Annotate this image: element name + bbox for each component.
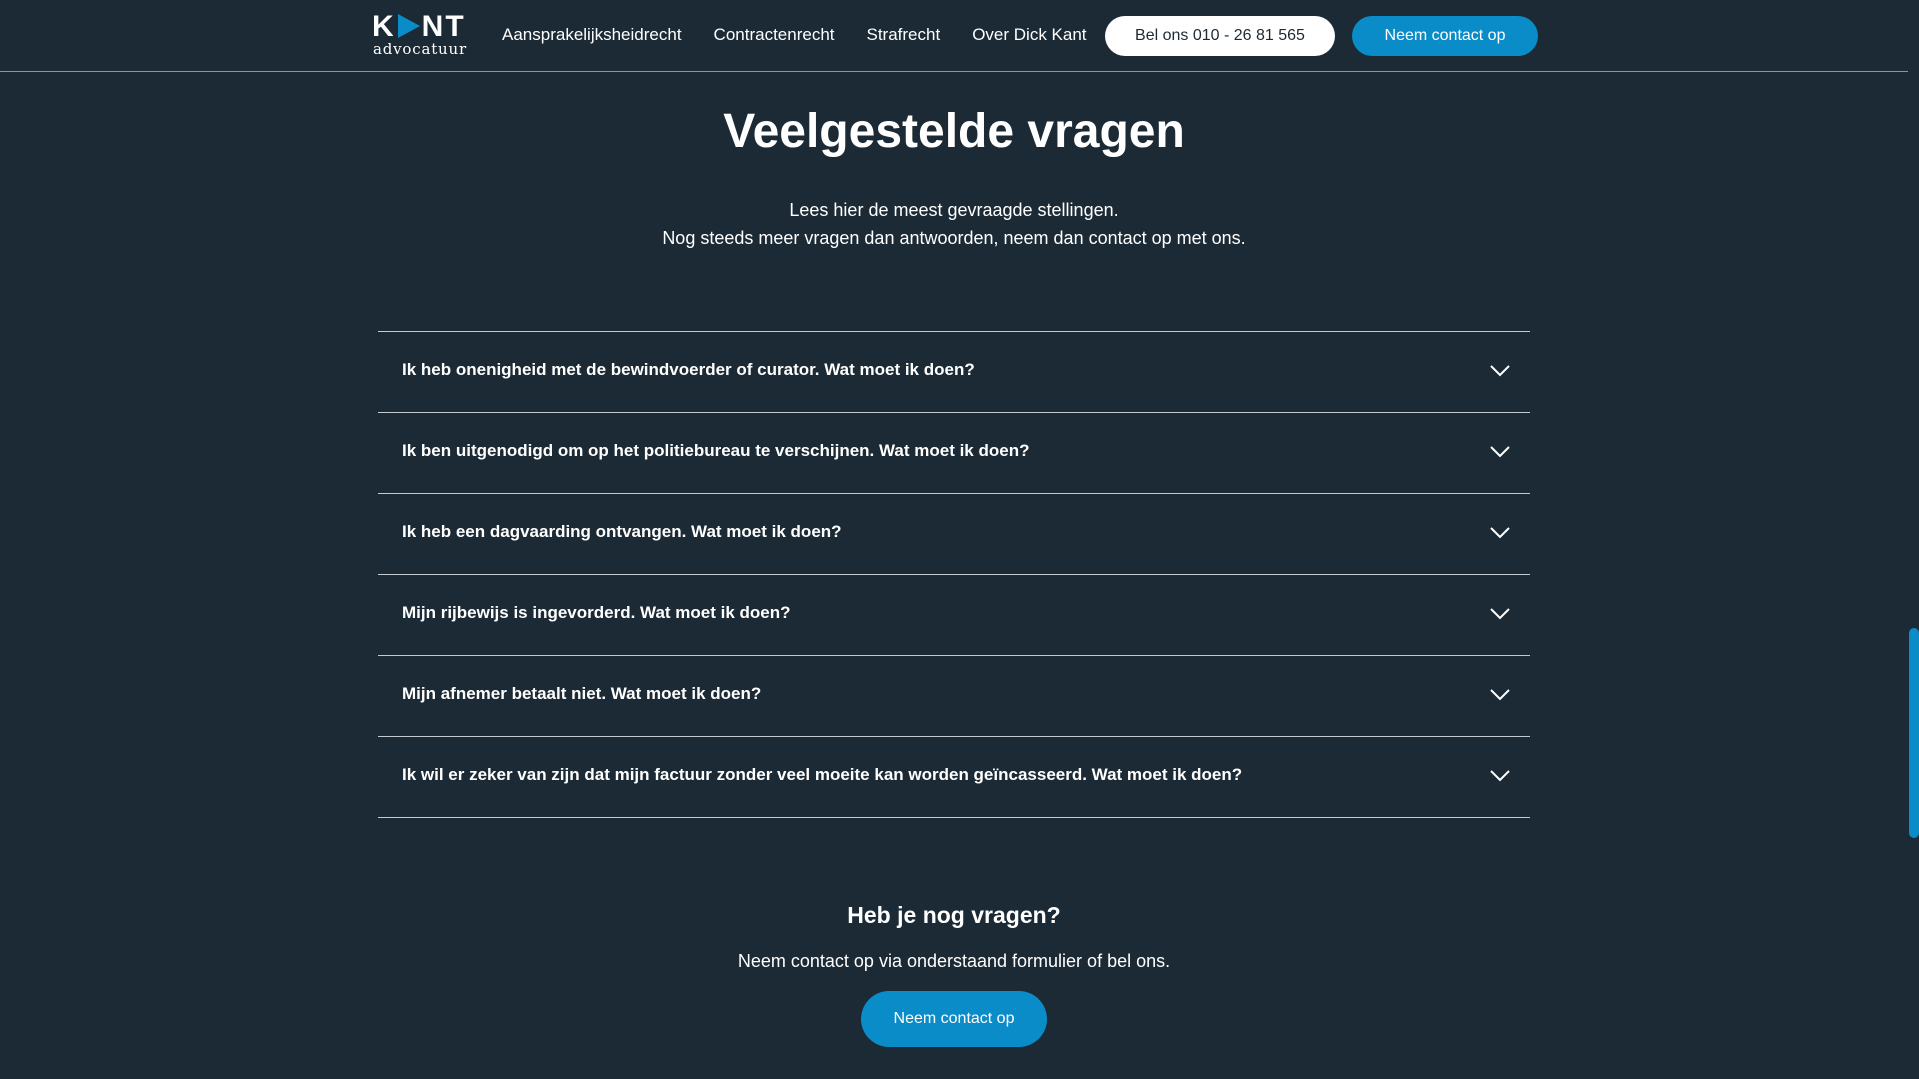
kant-advocatuur-logo[interactable]: K NT advocatuur bbox=[372, 10, 472, 59]
faq-item[interactable]: Ik heb onenigheid met de bewindvoerder o… bbox=[378, 332, 1530, 413]
faq-item[interactable]: Ik ben uitgenodigd om op het politiebure… bbox=[378, 413, 1530, 494]
intro-text: Lees hier de meest gevraagde stellingen.… bbox=[0, 196, 1908, 252]
contact-button-header[interactable]: Neem contact op bbox=[1352, 16, 1538, 56]
logo-subtitle: advocatuur bbox=[373, 40, 467, 58]
nav-link-strafrecht[interactable]: Strafrecht bbox=[867, 25, 941, 45]
cta-title: Heb je nog vragen? bbox=[847, 902, 1061, 928]
chevron-down-icon[interactable] bbox=[1489, 526, 1511, 540]
logo-wordmark: K NT bbox=[372, 10, 466, 43]
nav-link-contractenrecht[interactable]: Contractenrecht bbox=[714, 25, 835, 45]
cta-text: Neem contact op via onderstaand formulie… bbox=[737, 951, 1171, 971]
faq-question: Mijn afnemer betaalt niet. Wat moet ik d… bbox=[402, 684, 762, 703]
triangle-play-icon bbox=[397, 14, 420, 39]
faq-item[interactable]: Ik wil er zeker van zijn dat mijn factuu… bbox=[378, 737, 1530, 818]
faq-item[interactable]: Mijn rijbewijs is ingevorderd. Wat moet … bbox=[378, 575, 1530, 656]
nav-link-aansprakelijksheidrecht[interactable]: Aansprakelijksheidrecht bbox=[502, 25, 682, 45]
chevron-down-icon[interactable] bbox=[1489, 445, 1511, 459]
faq-item[interactable]: Mijn afnemer betaalt niet. Wat moet ik d… bbox=[378, 656, 1530, 737]
faq-question: Ik ben uitgenodigd om op het politiebure… bbox=[402, 441, 1030, 460]
chevron-down-icon[interactable] bbox=[1489, 364, 1511, 378]
faq-accordion: Ik heb onenigheid met de bewindvoerder o… bbox=[378, 331, 1530, 818]
faq-question: Ik heb onenigheid met de bewindvoerder o… bbox=[402, 360, 975, 379]
call-button[interactable]: Bel ons 010 - 26 81 565 bbox=[1105, 16, 1335, 56]
intro-line-2: Nog steeds meer vragen dan antwoorden, n… bbox=[662, 228, 1246, 248]
main-navigation: Aansprakelijksheidrecht Contractenrecht … bbox=[502, 0, 1119, 70]
contact-button-cta[interactable]: Neem contact op bbox=[861, 991, 1047, 1047]
scrollbar-track[interactable] bbox=[1908, 0, 1919, 1079]
chevron-down-icon[interactable] bbox=[1489, 769, 1511, 783]
scrollbar-thumb[interactable] bbox=[1909, 628, 1919, 838]
faq-item[interactable]: Ik heb een dagvaarding ontvangen. Wat mo… bbox=[378, 494, 1530, 575]
page-title: Veelgestelde vragen bbox=[723, 105, 1185, 158]
faq-question: Mijn rijbewijs is ingevorderd. Wat moet … bbox=[402, 603, 791, 622]
chevron-down-icon[interactable] bbox=[1489, 607, 1511, 621]
intro-line-1: Lees hier de meest gevraagde stellingen. bbox=[789, 200, 1119, 220]
chevron-down-icon[interactable] bbox=[1489, 688, 1511, 702]
site-header: K NT advocatuur Aansprakelijksheidrecht C… bbox=[0, 0, 1908, 72]
nav-link-over-dick-kant[interactable]: Over Dick Kant bbox=[972, 25, 1086, 45]
faq-question: Ik wil er zeker van zijn dat mijn factuu… bbox=[402, 765, 1243, 784]
faq-question: Ik heb een dagvaarding ontvangen. Wat mo… bbox=[402, 522, 842, 541]
